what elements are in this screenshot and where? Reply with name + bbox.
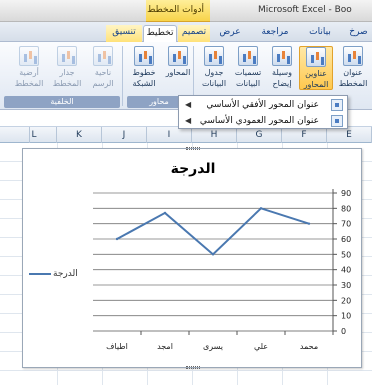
column-header-e[interactable]: E: [327, 127, 372, 143]
chart-floor-label-2: المخطط: [14, 79, 44, 88]
tab-layout[interactable]: تخطيط: [143, 25, 177, 42]
tab-format[interactable]: تنسيق: [106, 25, 142, 42]
data-labels-button[interactable]: تسميات البيانات: [231, 46, 265, 90]
chart-wall-label: جدار: [59, 68, 75, 77]
gridlines-label-2: الشبكة: [132, 79, 156, 88]
data-table-button[interactable]: جدول البيانات: [197, 46, 231, 90]
data-point[interactable]: [259, 207, 263, 210]
horizontal-axis-title-icon: [331, 99, 343, 111]
chart-title-label: عنوان: [343, 68, 363, 77]
axes-button[interactable]: المحاور: [161, 46, 195, 90]
vertical-axis-title-icon: [331, 115, 343, 127]
x-tick-label: علي: [254, 342, 268, 351]
title-bar: أدوات المخطط Microsoft Excel - Boo: [0, 0, 372, 22]
plot-area-icon: [93, 46, 113, 66]
primary-vertical-axis-title-item[interactable]: ◀ عنوان المحور العمودي الأساسي: [179, 113, 349, 129]
y-tick-label: 60: [341, 235, 351, 244]
axis-titles-menu: ◀ عنوان المحور الأفقي الأساسي ◀ عنوان ال…: [178, 95, 348, 129]
column-header-g[interactable]: G: [237, 127, 282, 143]
chart-tools-group-header: أدوات المخطط: [146, 0, 210, 22]
x-tick-label: اطياف: [106, 342, 128, 351]
gridlines-button[interactable]: خطوط الشبكة: [127, 46, 161, 90]
y-tick-label: 0: [341, 327, 346, 336]
axes-label: المحاور: [165, 68, 191, 77]
y-tick-label: 20: [341, 296, 351, 305]
axis-titles-label-2: المحاور: [303, 80, 329, 89]
y-tick-label: 10: [341, 312, 351, 321]
ribbon-tabs: صرخ بيانات مراجعة عرض تصميم تخطيط تنسيق: [0, 22, 372, 42]
legend-label: وسيلة: [272, 68, 292, 77]
column-header-f[interactable]: F: [282, 127, 327, 143]
column-header-l[interactable]: L: [12, 127, 57, 143]
column-header-j[interactable]: J: [102, 127, 147, 143]
background-group-label: الخلفية: [4, 96, 120, 108]
data-point[interactable]: [115, 237, 119, 241]
submenu-arrow-icon: ◀: [185, 100, 192, 109]
axis-titles-button[interactable]: عناوين المحاور: [299, 46, 333, 90]
data-point[interactable]: [163, 211, 167, 215]
plot-area-label: ناحية: [94, 68, 112, 77]
tab-data[interactable]: بيانات: [302, 25, 338, 42]
legend-button[interactable]: وسيلة إيضاح: [265, 46, 299, 90]
app-title: Microsoft Excel - Boo: [258, 5, 352, 15]
data-table-label: جدول: [204, 68, 224, 77]
submenu-arrow-icon: ◀: [185, 116, 192, 125]
legend-label-2: إيضاح: [272, 79, 292, 88]
chart-title-button[interactable]: عنوان المخطط: [336, 46, 370, 90]
chart-wall-icon: [57, 46, 77, 66]
column-header-k[interactable]: K: [57, 127, 102, 143]
data-table-icon: [204, 46, 224, 66]
data-table-label-2: البيانات: [201, 79, 227, 88]
gridlines-label: خطوط: [132, 68, 156, 77]
data-labels-label: تسميات: [234, 68, 262, 77]
y-tick-label: 30: [341, 281, 351, 290]
legend-icon: [272, 46, 292, 66]
chart-wall-button[interactable]: جدار المخطط: [50, 46, 84, 90]
chart-title-icon: [343, 46, 363, 66]
x-tick-label: يسرى: [203, 342, 223, 351]
axis-titles-label: عناوين: [305, 69, 327, 78]
x-tick-label: محمد: [300, 342, 318, 351]
y-tick-label: 90: [341, 189, 351, 198]
series-line[interactable]: [116, 207, 310, 256]
tab-design[interactable]: تصميم: [178, 25, 210, 42]
chart-floor-label: أرضية: [19, 68, 39, 77]
tab-view[interactable]: عرض: [212, 25, 248, 42]
data-labels-icon: [238, 46, 258, 66]
x-tick-label: امجد: [157, 342, 173, 351]
column-header-i[interactable]: I: [147, 127, 192, 143]
menu-item-label: عنوان المحور العمودي الأساسي: [199, 116, 319, 126]
axes-icon: [168, 46, 188, 66]
group-separator: [122, 46, 123, 106]
chart-floor-button[interactable]: أرضية المخطط: [12, 46, 46, 90]
data-point[interactable]: [211, 253, 215, 256]
chart-tools-label: أدوات المخطط: [147, 5, 204, 15]
chart-floor-icon: [19, 46, 39, 66]
data-labels-label-2: البيانات: [235, 79, 261, 88]
plot-area-button[interactable]: ناحية الرسم: [86, 46, 120, 90]
y-tick-label: 80: [341, 204, 351, 213]
y-tick-label: 40: [341, 266, 351, 275]
y-tick-label: 50: [341, 250, 351, 259]
axis-titles-icon: [306, 47, 326, 67]
y-tick-label: 70: [341, 220, 351, 229]
chart-wall-label-2: المخطط: [52, 79, 82, 88]
chart-title-label-2: المخطط: [338, 79, 368, 88]
chart-plot: 0 10 20 30 40 50 60 70 80 90 محمد علي يسرى امجد اطياف: [93, 189, 351, 351]
tab-review[interactable]: مراجعة: [254, 25, 296, 42]
plot-area-label-2: الرسم: [92, 79, 114, 88]
column-header-h[interactable]: H: [192, 127, 237, 143]
menu-item-label: عنوان المحور الأفقي الأساسي: [206, 100, 319, 110]
data-point[interactable]: [307, 222, 311, 225]
column-headers: E F G H I J K L: [0, 127, 372, 143]
tab-0[interactable]: صرخ: [345, 25, 372, 42]
gridlines-icon: [134, 46, 154, 66]
primary-horizontal-axis-title-item[interactable]: ◀ عنوان المحور الأفقي الأساسي: [179, 97, 349, 113]
chart-object[interactable]: الدرجة الدرجة 0 10 20 30 40 50 60 70 80 90 محمد علي…: [22, 147, 362, 369]
